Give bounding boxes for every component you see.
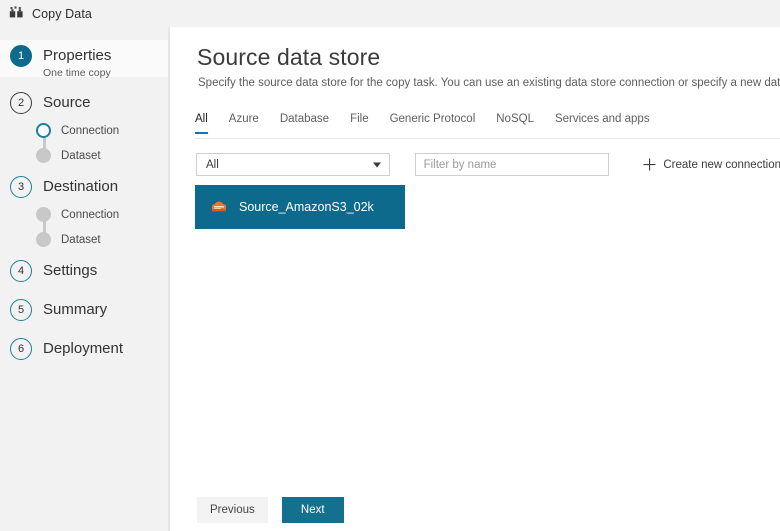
sidebar-step-destination[interactable]: 3 Destination (0, 176, 168, 200)
substep-label-connection: Connection (61, 208, 120, 221)
sidebar-step-source[interactable]: 2 Source (0, 92, 168, 116)
step-label-source: Source (43, 94, 91, 111)
sidebar-step-deployment[interactable]: 6 Deployment (0, 338, 168, 362)
substep-status-dot-pending (36, 148, 51, 163)
step-number-badge-2: 2 (10, 92, 32, 114)
create-new-connection-label: Create new connection (663, 158, 780, 171)
category-filter-dropdown[interactable]: All (196, 153, 390, 176)
tab-bottom-rule (195, 138, 780, 139)
tab-all[interactable]: All (195, 113, 208, 134)
sidebar-substep-destination-connection[interactable]: Connection (0, 202, 168, 227)
amazon-s3-icon (211, 201, 227, 212)
previous-button[interactable]: Previous (197, 497, 268, 523)
tab-generic-protocol[interactable]: Generic Protocol (390, 113, 476, 134)
substep-status-dot-pending (36, 232, 51, 247)
next-button[interactable]: Next (281, 497, 344, 523)
step-number-badge-4: 4 (10, 260, 32, 282)
step-label-destination: Destination (43, 178, 119, 195)
step-number-badge-5: 5 (10, 299, 32, 321)
substep-label-dataset: Dataset (61, 233, 101, 246)
sidebar-substep-source-connection[interactable]: Connection (0, 118, 168, 143)
step-sublabel-properties: One time copy (43, 67, 111, 79)
filter-by-name-input[interactable] (414, 153, 610, 176)
sidebar-step-properties[interactable]: 1 Properties One time copy (0, 40, 168, 79)
plus-icon (643, 158, 656, 171)
connection-tile-source-amazons3[interactable]: Source_AmazonS3_02k (195, 185, 405, 229)
tab-file[interactable]: File (350, 113, 369, 134)
substep-status-dot-pending (36, 207, 51, 222)
connection-tile-label: Source_AmazonS3_02k (239, 200, 374, 214)
window-title-bar: Copy Data (0, 0, 780, 27)
step-label-deployment: Deployment (43, 340, 124, 357)
substep-label-connection: Connection (61, 124, 120, 137)
substep-status-dot-active (36, 123, 51, 138)
category-filter-value: All (206, 158, 219, 171)
step-label-properties: Properties (43, 47, 112, 64)
wizard-footer: Previous Next (197, 497, 344, 523)
chevron-down-icon (372, 162, 381, 167)
window-title: Copy Data (32, 6, 92, 21)
step-label-settings: Settings (43, 262, 98, 279)
step-number-badge-6: 6 (10, 338, 32, 360)
tab-azure[interactable]: Azure (229, 113, 259, 134)
wizard-step-sidebar: 1 Properties One time copy 2 Source Conn… (0, 27, 168, 531)
tab-database[interactable]: Database (280, 113, 329, 134)
create-new-connection-button[interactable]: Create new connection (643, 158, 780, 171)
sidebar-substep-source-dataset[interactable]: Dataset (0, 143, 168, 168)
step-label-summary: Summary (43, 301, 108, 318)
sidebar-step-summary[interactable]: 5 Summary (0, 299, 168, 323)
substep-label-dataset: Dataset (61, 149, 101, 162)
tab-nosql[interactable]: NoSQL (496, 113, 534, 134)
sidebar-substep-destination-dataset[interactable]: Dataset (0, 227, 168, 252)
main-content-panel: Source data store Specify the source dat… (170, 27, 780, 531)
filter-toolbar: All Create new connection (196, 153, 780, 176)
step-number-badge-3: 3 (10, 176, 32, 198)
category-tab-list: All Azure Database File Generic Protocol… (195, 113, 780, 139)
step-number-badge-1: 1 (10, 45, 32, 67)
copy-data-icon (9, 5, 23, 17)
page-title: Source data store (197, 44, 381, 70)
page-description: Specify the source data store for the co… (198, 77, 780, 89)
sidebar-step-settings[interactable]: 4 Settings (0, 260, 168, 284)
tab-services-and-apps[interactable]: Services and apps (555, 113, 650, 134)
